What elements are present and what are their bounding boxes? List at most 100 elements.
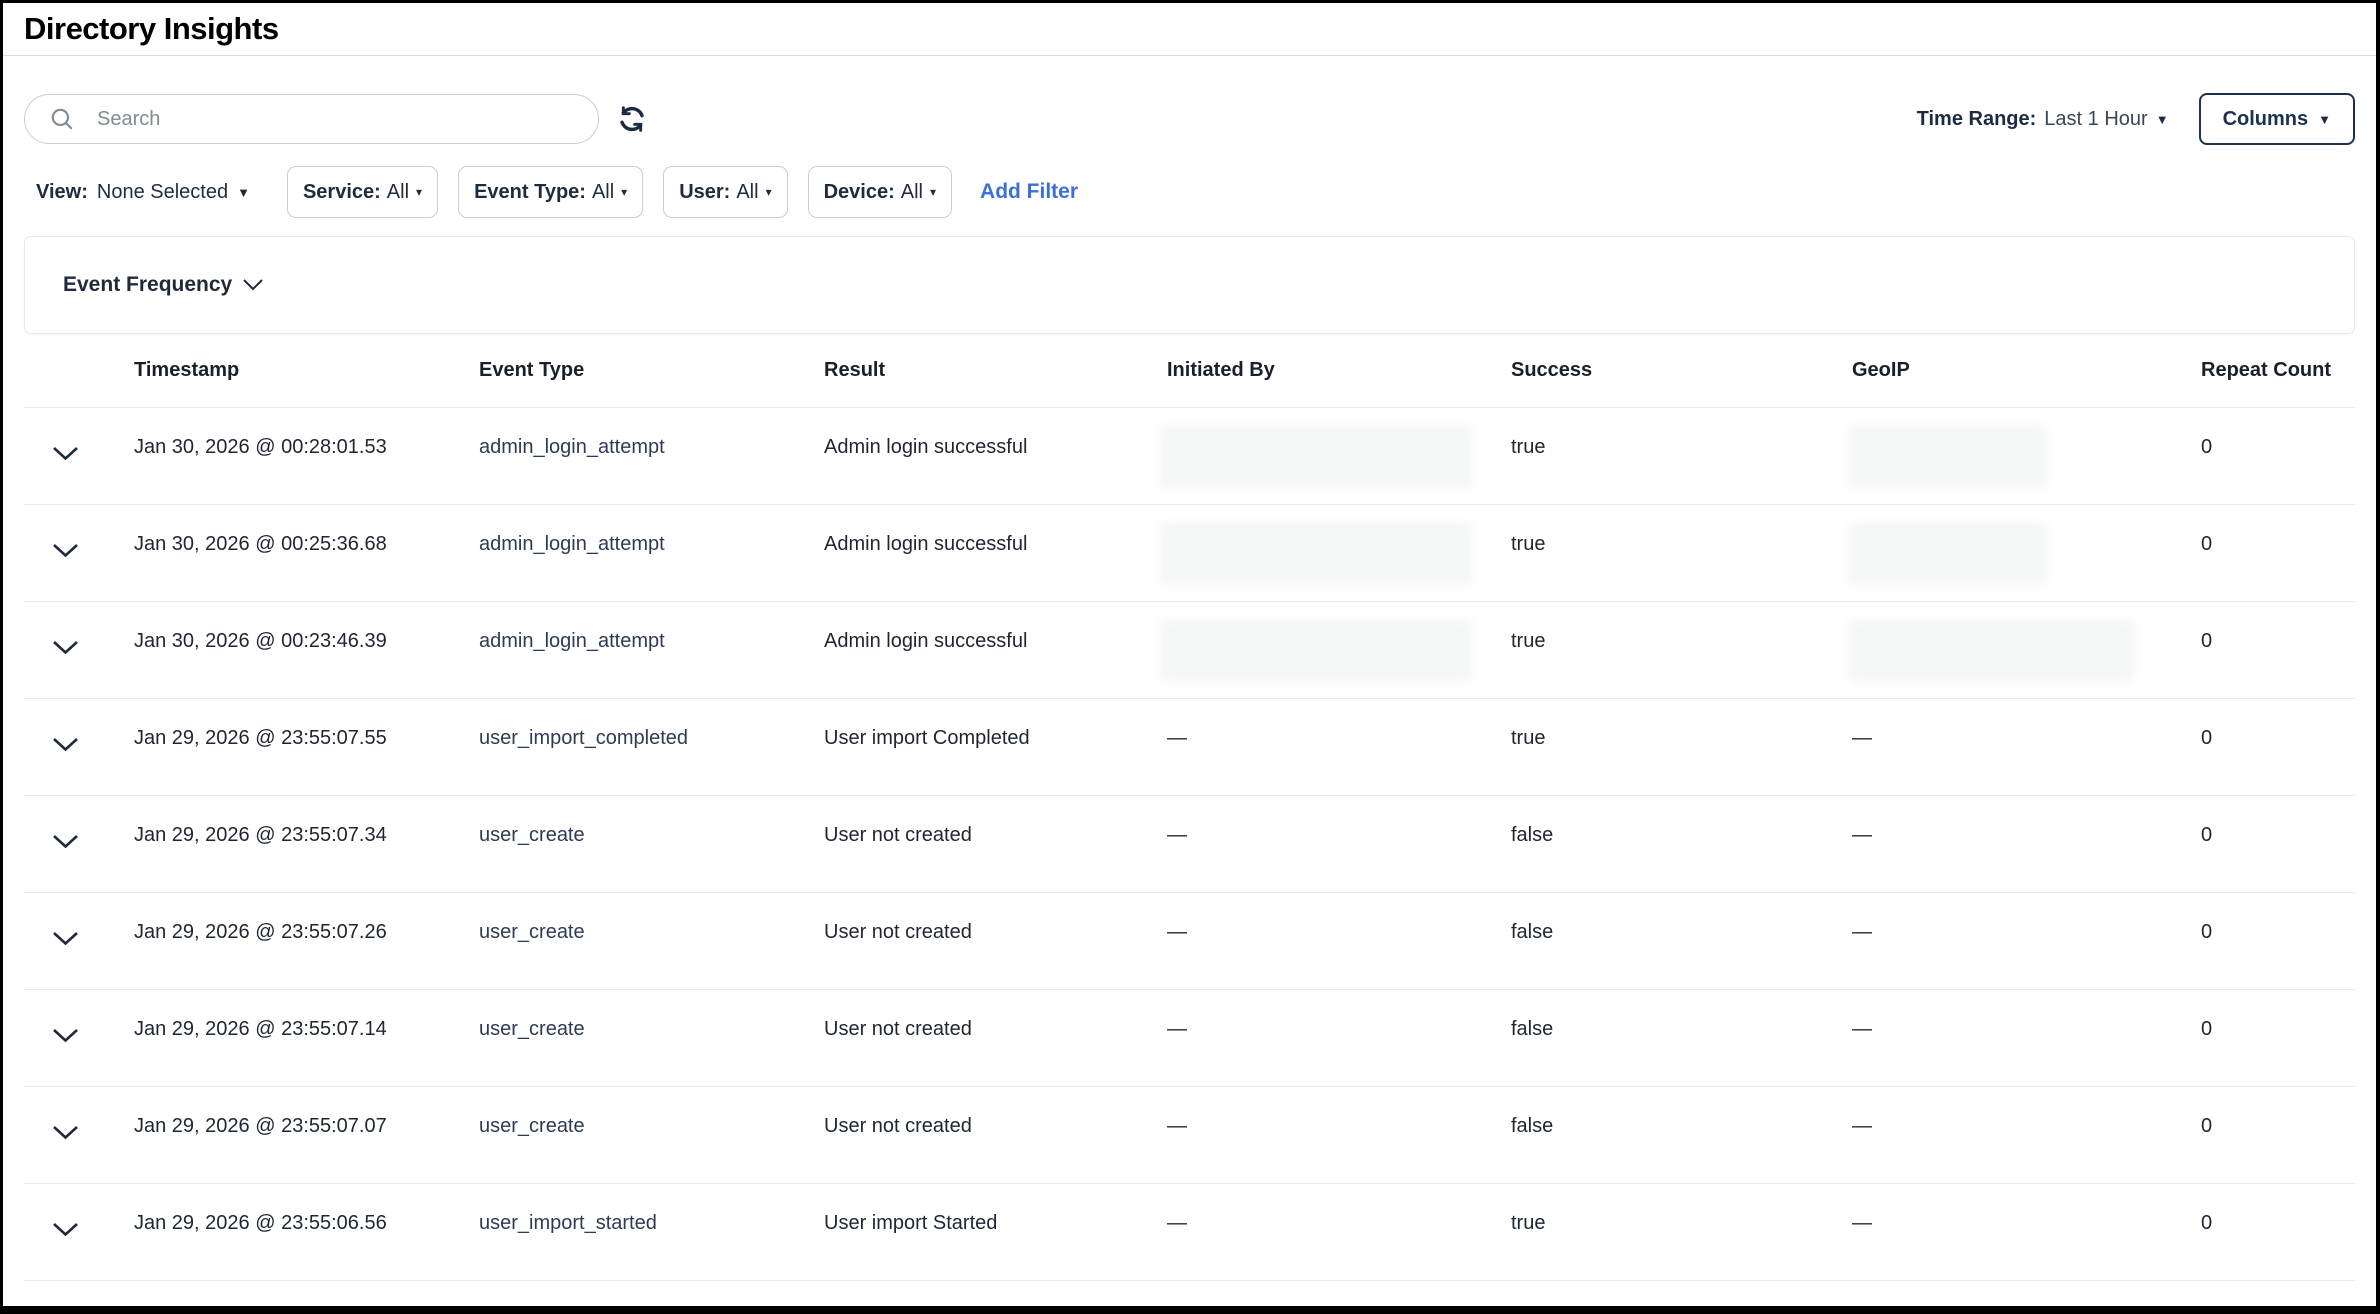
table-row: Jan 30, 2026 @ 00:28:01.53 admin_login_a… [24, 408, 2355, 505]
table-row: Jan 29, 2026 @ 23:55:07.34 user_create U… [24, 796, 2355, 893]
expand-row-button[interactable] [52, 1222, 79, 1240]
view-label: View: [36, 181, 88, 204]
table-body: Jan 30, 2026 @ 00:28:01.53 admin_login_a… [24, 408, 2355, 1281]
cell-timestamp: Jan 29, 2026 @ 23:55:07.55 [134, 699, 479, 750]
cell-timestamp: Jan 30, 2026 @ 00:28:01.53 [134, 408, 479, 459]
cell-success: false [1511, 893, 1852, 944]
cell-result: Admin login successful [824, 602, 1167, 653]
table-row: Jan 29, 2026 @ 23:55:07.14 user_create U… [24, 990, 2355, 1087]
cell-result: User not created [824, 796, 1167, 847]
cell-event-type: admin_login_attempt [479, 602, 824, 653]
add-filter-link[interactable]: Add Filter [980, 180, 1078, 204]
event-frequency-title: Event Frequency [63, 273, 232, 297]
expand-row-button[interactable] [52, 834, 79, 852]
page-header: Directory Insights [3, 3, 2376, 56]
row-expander-cell [24, 1087, 134, 1143]
row-expander-cell [24, 602, 134, 658]
column-header-geoip: GeoIP [1852, 359, 2201, 382]
filter-pill-value: All [736, 181, 758, 204]
cell-timestamp: Jan 29, 2026 @ 23:55:07.07 [134, 1087, 479, 1138]
refresh-button[interactable] [616, 103, 648, 135]
filter-pill-event-type[interactable]: Event Type: All ▾ [458, 166, 643, 218]
cell-geoip: — [1852, 796, 2201, 847]
event-frequency-card: Event Frequency [24, 236, 2355, 334]
cell-repeat-count: 0 [2201, 602, 2355, 653]
row-expander-cell [24, 408, 134, 464]
chevron-down-icon [52, 931, 79, 946]
column-header-timestamp: Timestamp [134, 359, 479, 382]
search-box[interactable] [24, 94, 599, 144]
cell-event-type: admin_login_attempt [479, 505, 824, 556]
table-row: Jan 30, 2026 @ 00:25:36.68 admin_login_a… [24, 505, 2355, 602]
table-row: Jan 29, 2026 @ 23:55:07.07 user_create U… [24, 1087, 2355, 1184]
page-title: Directory Insights [24, 11, 279, 47]
expand-row-button[interactable] [52, 543, 79, 561]
search-icon [49, 106, 75, 132]
cell-repeat-count: 0 [2201, 1087, 2355, 1138]
filter-pill-device[interactable]: Device: All ▾ [808, 166, 952, 218]
columns-button-label: Columns [2223, 108, 2309, 131]
cell-success: true [1511, 699, 1852, 750]
chevron-down-icon [52, 737, 79, 752]
column-header-repeat-count: Repeat Count [2201, 359, 2355, 382]
row-expander-cell [24, 699, 134, 755]
cell-result: Admin login successful [824, 505, 1167, 556]
redacted-value [1849, 620, 2134, 682]
cell-repeat-count: 0 [2201, 505, 2355, 556]
expand-row-button[interactable] [52, 1125, 79, 1143]
cell-event-type: admin_login_attempt [479, 408, 824, 459]
cell-repeat-count: 0 [2201, 893, 2355, 944]
cell-initiated-by: — [1167, 1087, 1511, 1138]
cell-geoip: — [1852, 1087, 2201, 1138]
cell-timestamp: Jan 29, 2026 @ 23:55:07.34 [134, 796, 479, 847]
cell-success: false [1511, 796, 1852, 847]
event-frequency-toggle[interactable]: Event Frequency [63, 273, 264, 297]
cell-result: User not created [824, 893, 1167, 944]
time-range-dropdown[interactable]: Time Range: Last 1 Hour ▼ [1917, 108, 2169, 131]
column-header-initiated-by: Initiated By [1167, 359, 1511, 382]
cell-repeat-count: 0 [2201, 796, 2355, 847]
row-expander-cell [24, 1184, 134, 1240]
cell-initiated-by [1167, 505, 1511, 585]
cell-event-type: user_create [479, 1087, 824, 1138]
filter-pill-service[interactable]: Service: All ▾ [287, 166, 438, 218]
cell-success: false [1511, 1087, 1852, 1138]
table-row: Jan 29, 2026 @ 23:55:06.56 user_import_s… [24, 1184, 2355, 1281]
chevron-down-icon [52, 543, 79, 558]
time-range-label: Time Range: [1917, 108, 2037, 131]
cell-timestamp: Jan 29, 2026 @ 23:55:07.14 [134, 990, 479, 1041]
row-expander-cell [24, 505, 134, 561]
cell-geoip [1852, 602, 2201, 682]
cell-event-type: user_import_started [479, 1184, 824, 1235]
table-header-row: Timestamp Event Type Result Initiated By… [24, 334, 2355, 408]
cell-event-type: user_create [479, 893, 824, 944]
filter-pill-user[interactable]: User: All ▾ [663, 166, 787, 218]
cell-repeat-count: 0 [2201, 1184, 2355, 1235]
caret-down-icon: ▾ [621, 186, 627, 198]
cell-geoip [1852, 408, 2201, 488]
cell-result: User not created [824, 990, 1167, 1041]
cell-result: Admin login successful [824, 408, 1167, 459]
chevron-down-icon [52, 1028, 79, 1043]
cell-geoip: — [1852, 893, 2201, 944]
chevron-down-icon [52, 446, 79, 461]
view-dropdown[interactable]: View: None Selected ▼ [36, 181, 250, 204]
expand-row-button[interactable] [52, 640, 79, 658]
row-expander-cell [24, 796, 134, 852]
column-header-result: Result [824, 359, 1167, 382]
caret-down-icon: ▾ [930, 186, 936, 198]
expand-row-button[interactable] [52, 1028, 79, 1046]
columns-button[interactable]: Columns ▼ [2199, 93, 2355, 145]
expand-row-button[interactable] [52, 931, 79, 949]
search-input[interactable] [97, 108, 578, 131]
chevron-down-icon [242, 278, 264, 292]
cell-geoip [1852, 505, 2201, 585]
table-row: Jan 30, 2026 @ 00:23:46.39 admin_login_a… [24, 602, 2355, 699]
column-header-success: Success [1511, 359, 1852, 382]
cell-success: true [1511, 602, 1852, 653]
expand-row-button[interactable] [52, 737, 79, 755]
cell-repeat-count: 0 [2201, 990, 2355, 1041]
cell-initiated-by [1167, 408, 1511, 488]
expand-row-button[interactable] [52, 446, 79, 464]
caret-down-icon: ▾ [416, 186, 422, 198]
